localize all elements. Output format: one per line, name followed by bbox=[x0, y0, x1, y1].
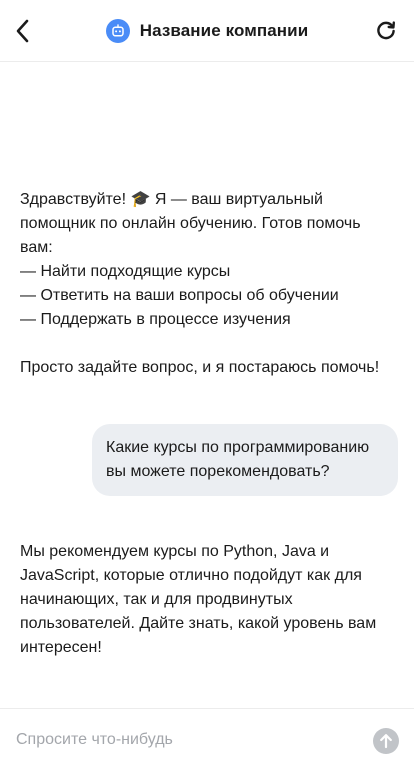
arrow-up-icon bbox=[380, 734, 392, 749]
user-message-bubble: Какие курсы по программированию вы может… bbox=[92, 424, 398, 496]
message-input[interactable] bbox=[16, 727, 356, 753]
header-title-group: Название компании bbox=[0, 19, 414, 43]
chat-header: Название компании bbox=[0, 0, 414, 62]
bot-avatar bbox=[105, 19, 130, 43]
robot-icon bbox=[111, 24, 124, 37]
refresh-button[interactable] bbox=[374, 19, 398, 43]
bot-message: Мы рекомендуем курсы по Python, Java и J… bbox=[20, 543, 377, 656]
refresh-icon bbox=[377, 21, 395, 40]
bot-message: Здравствуйте! 🎓 Я — ваш виртуальный помо… bbox=[20, 191, 380, 376]
page-title: Название компании bbox=[139, 21, 309, 40]
send-button[interactable] bbox=[373, 728, 399, 754]
message-composer bbox=[0, 708, 414, 770]
message-list[interactable]: Здравствуйте! 🎓 Я — ваш виртуальный помо… bbox=[0, 62, 414, 708]
